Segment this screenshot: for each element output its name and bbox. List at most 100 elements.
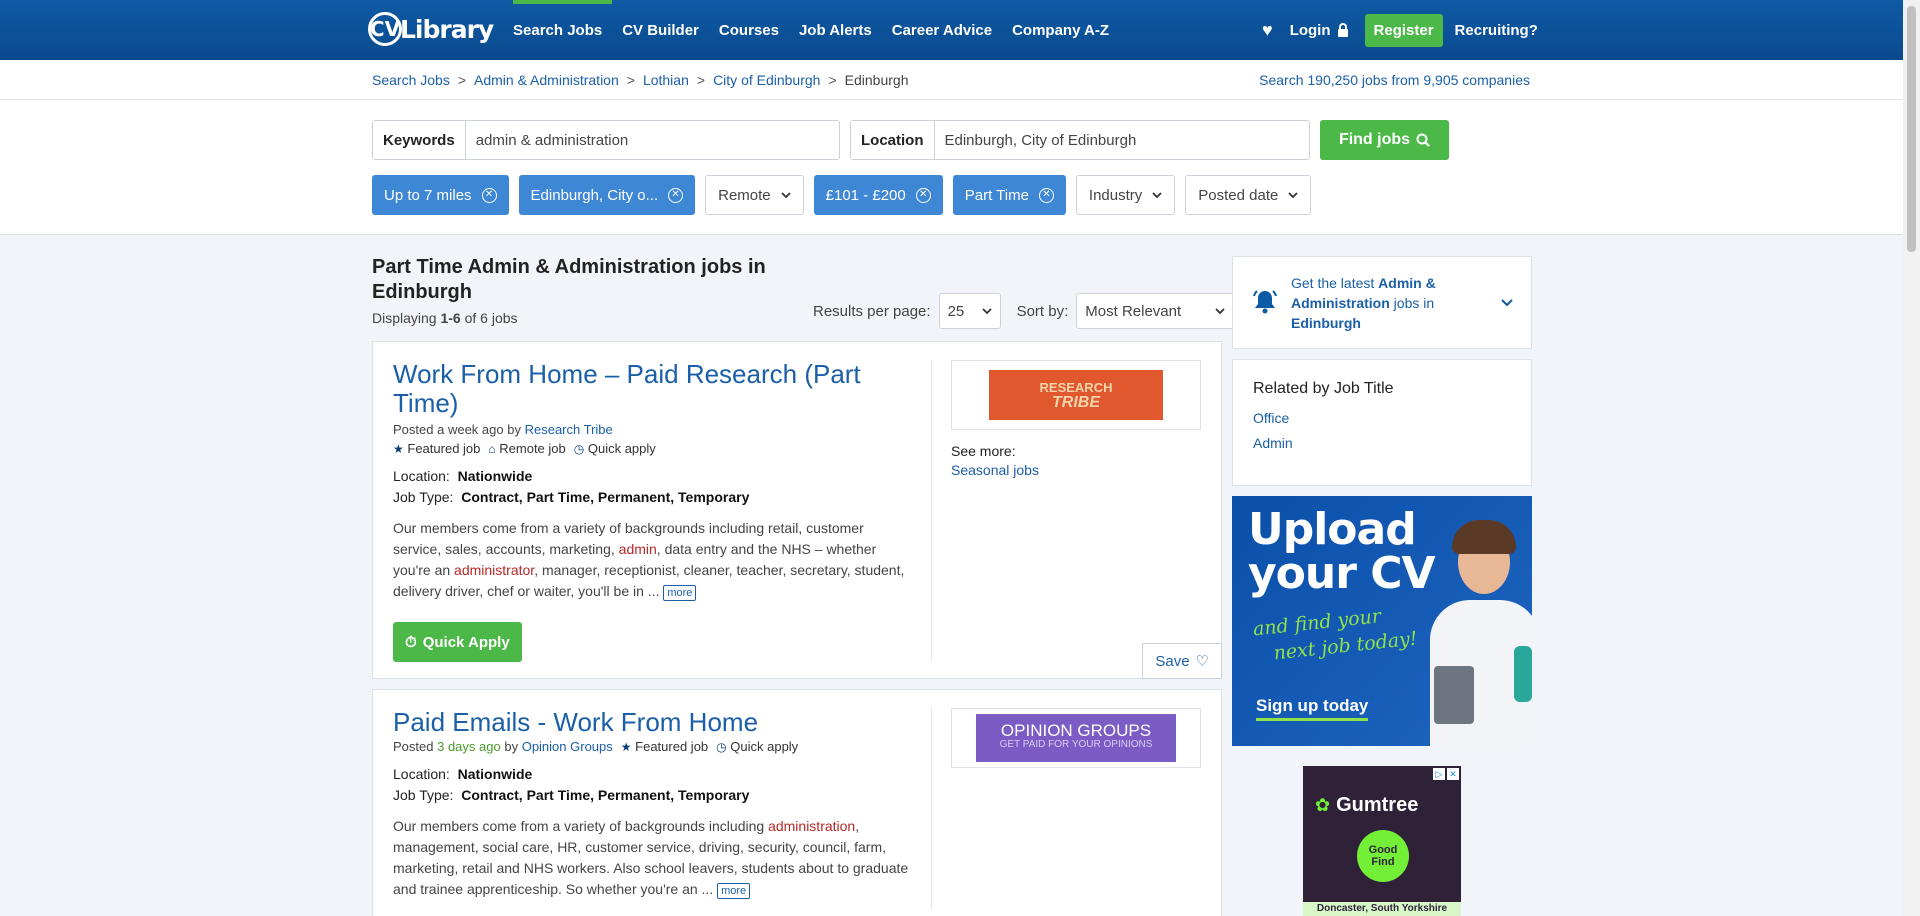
chevron-down-icon [1288,192,1298,199]
filter-label: Industry [1088,186,1143,204]
chevron-down-icon [781,192,791,199]
upload-cv-ad[interactable]: Upload your CV and find your next job to… [1232,496,1532,746]
results-title: Part Time Admin & Administration jobs in… [372,256,766,303]
job-title-link[interactable]: Work From Home – Paid Research (Part Tim… [393,359,861,418]
ad-choices[interactable]: ▷ ✕ [1433,768,1459,780]
more-button[interactable]: more [717,883,751,899]
job-location: Nationwide [457,766,533,782]
filter-job-type[interactable]: Part Time ✕ [952,175,1066,215]
ad-headline: Upload [1248,504,1417,555]
job-type: Contract, Part Time, Permanent, Temporar… [461,787,750,803]
filter-chips: Up to 7 miles ✕ Edinburgh, City o... ✕ Rem… [372,175,1312,215]
related-title: Related by Job Title [1253,380,1394,397]
sort-value: Most Relevant [1085,302,1182,320]
seasonal-jobs-link[interactable]: Seasonal jobs [951,462,1039,478]
clock-icon: ◷ [716,740,727,754]
find-jobs-label: Find jobs [1338,131,1411,148]
job-posted: Posted 3 days ago by Opinion Groups ★ Fe… [393,739,913,754]
ad-person-image [1424,516,1532,746]
gumtree-caption: Doncaster, South Yorkshire [1303,902,1461,916]
company-link[interactable]: Opinion Groups [522,739,613,754]
filter-industry[interactable]: Industry [1075,175,1176,215]
nav-courses[interactable]: Courses [709,0,789,60]
breadcrumb-separator: > [828,72,837,88]
posted-prefix: Posted [393,422,434,437]
top-header: CV Library Search Jobs CV Builder Course… [0,0,1903,60]
quick-apply-button[interactable]: ⏱ Quick Apply [393,622,522,662]
page-scrollbar[interactable] [1903,0,1920,916]
remove-filter-icon[interactable]: ✕ [668,187,684,203]
breadcrumb-separator: > [626,72,635,88]
alert-mid: jobs in [1393,295,1435,311]
main-nav: Search Jobs CV Builder Courses Job Alert… [513,0,1119,60]
desc-highlight: administrator [454,562,535,578]
type-label: Job Type: [393,489,454,505]
per-page-label: Results per page: [813,302,931,320]
opinion-groups-logo: OPINION GROUPS GET PAID FOR YOUR OPINION… [976,714,1176,762]
keywords-label: Keywords [373,121,466,159]
nav-career-advice[interactable]: Career Advice [882,0,1002,60]
star-icon: ★ [393,442,404,456]
tag-remote: Remote job [499,441,566,456]
find-jobs-button[interactable]: Find jobs [1320,120,1449,160]
close-ad-icon[interactable]: ✕ [1447,768,1459,780]
location-label: Location: [393,468,450,484]
posted-by: by [507,422,521,437]
filter-salary[interactable]: £101 - £200 ✕ [813,175,943,215]
breadcrumb-admin[interactable]: Admin & Administration [474,72,619,88]
gumtree-ad[interactable]: ▷ ✕ ✿ Gumtree Good Find Doncaster, South… [1303,766,1461,916]
cv-library-logo[interactable]: CV Library [368,8,494,50]
remove-filter-icon[interactable]: ✕ [1038,187,1054,203]
more-button[interactable]: more [663,585,697,601]
per-page-value: 25 [947,302,965,320]
breadcrumb-lothian[interactable]: Lothian [643,72,689,88]
see-more: See more: Seasonal jobs [951,443,1039,478]
breadcrumb-search-jobs[interactable]: Search Jobs [372,72,450,88]
login-link[interactable]: Login [1290,22,1349,39]
card-divider [931,708,932,910]
saved-jobs-heart-icon[interactable]: ♥ [1262,20,1273,41]
filter-distance[interactable]: Up to 7 miles ✕ [372,175,509,215]
filter-posted-date[interactable]: Posted date [1185,175,1312,215]
gumtree-leaf-icon: ✿ [1315,795,1331,815]
displaying-suffix: of 6 jobs [464,310,518,326]
job-description: Our members come from a variety of backg… [393,518,913,604]
results-count: Displaying 1-6 of 6 jobs [372,310,518,326]
nav-job-alerts[interactable]: Job Alerts [789,0,882,60]
location-input[interactable]: Edinburgh, City of Edinburgh [935,121,1147,159]
filter-location[interactable]: Edinburgh, City o... ✕ [518,175,696,215]
company-link[interactable]: Research Tribe [525,422,613,437]
search-icon [1416,133,1430,147]
related-job-titles: Related by Job Title Office Admin [1232,359,1532,486]
ad-headline: your CV [1248,548,1436,599]
scrollbar-thumb[interactable] [1907,6,1916,252]
related-link-office[interactable]: Office [1253,410,1511,426]
job-alert-box[interactable]: Get the latest Admin & Administration jo… [1232,256,1532,349]
nav-search-jobs[interactable]: Search Jobs [513,0,613,60]
company-logo[interactable]: RESEARCH TRIBE [951,360,1201,430]
nav-company-a-z[interactable]: Company A-Z [1002,0,1119,60]
filter-remote[interactable]: Remote [705,175,804,215]
breadcrumb-city-of-edinburgh[interactable]: City of Edinburgh [713,72,820,88]
breadcrumb-separator: > [457,72,467,88]
nav-cv-builder[interactable]: CV Builder [612,0,709,60]
remove-filter-icon[interactable]: ✕ [915,187,931,203]
company-logo[interactable]: OPINION GROUPS GET PAID FOR YOUR OPINION… [951,708,1201,768]
research-tribe-logo: RESEARCH TRIBE [989,370,1163,420]
related-link-admin[interactable]: Admin [1253,435,1511,451]
filter-label: Part Time [964,186,1029,204]
recruiting-link[interactable]: Recruiting? [1455,22,1538,39]
sort-select[interactable]: Most Relevant [1076,293,1235,329]
posted-when: a week ago [437,422,504,437]
companies-count[interactable]: 9,905 companies [1423,72,1530,88]
save-job-button[interactable]: Save ♡ [1142,643,1222,679]
job-title-link[interactable]: Paid Emails - Work From Home [393,707,758,737]
register-button[interactable]: Register [1364,13,1443,47]
posted-prefix: Posted [393,739,434,754]
logo-line: OPINION GROUPS [1000,721,1152,740]
remove-filter-icon[interactable]: ✕ [481,187,497,203]
keywords-input[interactable]: admin & administration [466,121,639,159]
per-page-select[interactable]: 25 [938,293,1001,329]
chevron-down-icon [1152,192,1162,199]
card-divider [931,360,932,660]
